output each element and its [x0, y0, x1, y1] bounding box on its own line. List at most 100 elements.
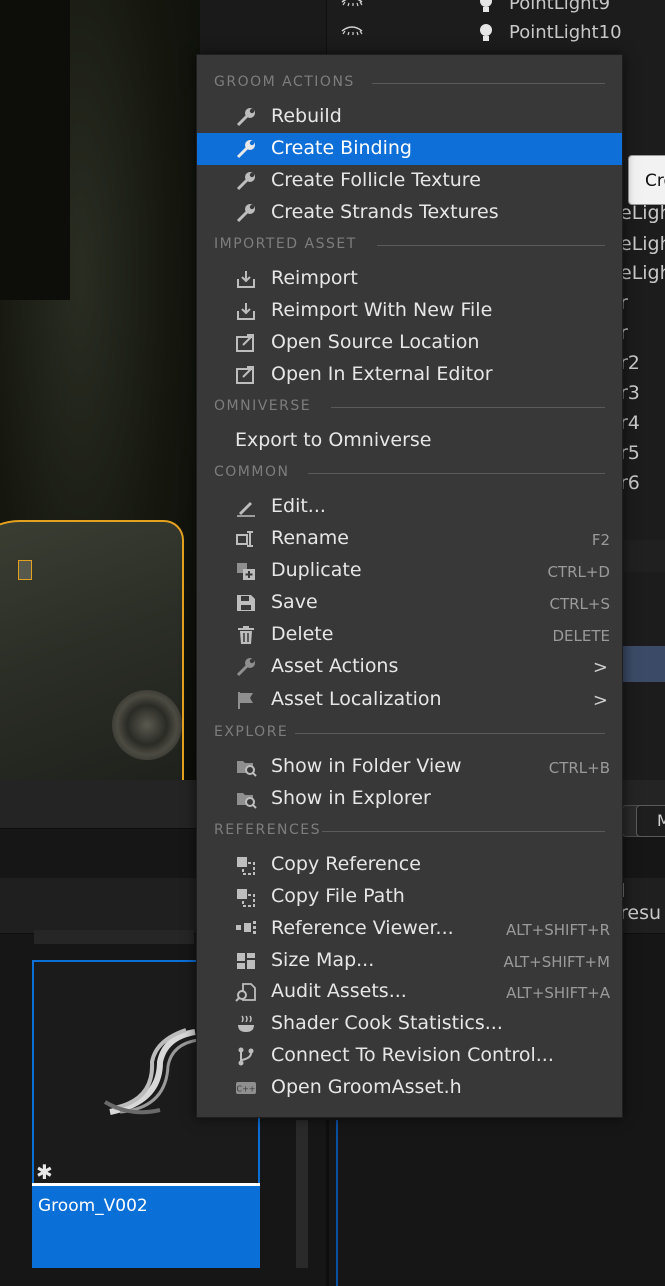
asset-tile-top-bar — [32, 1183, 260, 1186]
tooltip-button-text: Cre — [645, 171, 665, 191]
menu-item-label: Save — [271, 591, 318, 613]
menu-item-label: Show in Folder View — [271, 755, 462, 777]
menu-item-create-binding[interactable]: Create Binding — [197, 133, 622, 165]
copy-icon — [237, 857, 255, 875]
outliner-peek-label: eLigh — [620, 262, 665, 284]
menu-item-open-groomasset-h[interactable]: C++ Open GroomAsset.h — [197, 1072, 622, 1104]
outliner-row-label: PointLight9 — [509, 0, 611, 14]
menu-item-open-in-external-editor[interactable]: Open In External Editor — [197, 359, 622, 391]
menu-item-reference-viewer[interactable]: Reference Viewer... ALT+SHIFT+R — [197, 913, 622, 945]
asset-name: Groom_V002 — [38, 1196, 148, 1216]
menu-item-asset-actions[interactable]: Asset Actions > — [197, 651, 622, 683]
viewport-shadow-block — [0, 0, 70, 300]
menu-item-label: Asset Localization — [271, 688, 442, 710]
duplicate-icon — [237, 563, 255, 580]
save-icon — [237, 595, 255, 611]
menu-item-show-in-folder-view[interactable]: Show in Folder View CTRL+B — [197, 751, 622, 783]
menu-item-copy-file-path[interactable]: Copy File Path — [197, 881, 622, 913]
menu-item-create-strands-textures[interactable]: Create Strands Textures — [197, 197, 622, 229]
section-divider — [331, 407, 605, 408]
menu-item-rename[interactable]: Rename F2 — [197, 523, 622, 555]
pencil-icon — [237, 502, 255, 517]
svg-text:C++: C++ — [237, 1085, 256, 1094]
details-side-text: l resu — [620, 880, 662, 924]
menu-item-label: Rename — [271, 527, 349, 549]
reimport-icon — [237, 303, 255, 320]
submenu-chevron-icon: > — [592, 690, 608, 711]
tooltip-button[interactable]: Cre — [628, 155, 665, 205]
folder-search-icon — [237, 793, 257, 809]
level-viewport[interactable] — [0, 0, 200, 780]
outliner-row[interactable]: PointLight10 — [327, 17, 665, 49]
menu-item-duplicate[interactable]: Duplicate CTRL+D — [197, 555, 622, 587]
menu-item-label: Open In External Editor — [271, 363, 493, 385]
section-divider — [322, 831, 605, 832]
menu-item-shader-cook-statistics[interactable]: Shader Cook Statistics... — [197, 1008, 622, 1040]
wrench-icon — [236, 172, 255, 191]
menu-item-save[interactable]: Save CTRL+S — [197, 587, 622, 619]
external-editor-icon — [236, 366, 254, 384]
menu-item-delete[interactable]: Delete DELETE — [197, 619, 622, 651]
menu-item-rebuild[interactable]: Rebuild — [197, 101, 622, 133]
menu-item-copy-reference[interactable]: Copy Reference — [197, 849, 622, 881]
menu-item-create-follicle-texture[interactable]: Create Follicle Texture — [197, 165, 622, 197]
menu-item-export-to-omniverse[interactable]: Export to Omniverse — [197, 425, 622, 457]
tile-shelf — [34, 930, 194, 944]
wrench-icon — [236, 658, 255, 677]
menu-item-label: Show in Explorer — [271, 787, 431, 809]
menu-item-label: Create Binding — [271, 137, 412, 159]
menu-item-label: Reimport — [271, 267, 358, 289]
asset-tile-label-area[interactable]: Groom_V002 — [32, 1183, 260, 1268]
outliner-selected-row[interactable] — [623, 646, 665, 682]
point-light-icon — [480, 24, 492, 41]
open-location-icon — [236, 334, 254, 352]
section-header-omniverse: OMNIVERSE — [214, 398, 312, 414]
asset-modified-icon: ✱ — [36, 1160, 53, 1184]
scrollbar-track[interactable] — [296, 1120, 308, 1268]
section-divider — [377, 245, 605, 246]
menu-item-shortcut: F2 — [591, 531, 610, 549]
menu-item-label: Shader Cook Statistics... — [271, 1012, 503, 1034]
menu-item-show-in-explorer[interactable]: Show in Explorer — [197, 783, 622, 815]
section-divider — [308, 473, 605, 474]
menu-item-label: Copy File Path — [271, 885, 405, 907]
outliner-peek-label: eLigh — [620, 233, 665, 255]
menu-item-connect-to-revision-control[interactable]: Connect To Revision Control... — [197, 1040, 622, 1072]
folder-search-icon — [237, 761, 257, 777]
menu-item-label: Copy Reference — [271, 853, 421, 875]
details-tab-2[interactable]: M — [636, 805, 665, 837]
menu-item-reimport-with-new-file[interactable]: Reimport With New File — [197, 295, 622, 327]
menu-item-label: Reimport With New File — [271, 299, 493, 321]
section-header-references: REFERENCES — [214, 822, 322, 838]
menu-item-reimport[interactable]: Reimport — [197, 263, 622, 295]
menu-item-asset-localization[interactable]: Asset Localization > — [197, 684, 622, 716]
eye-icon[interactable] — [341, 0, 363, 8]
menu-item-size-map[interactable]: Size Map... ALT+SHIFT+M — [197, 945, 622, 977]
menu-item-open-source-location[interactable]: Open Source Location — [197, 327, 622, 359]
menu-item-shortcut: DELETE — [552, 627, 610, 645]
wrench-icon — [236, 204, 255, 223]
menu-item-label: Create Follicle Texture — [271, 169, 481, 191]
point-light-icon — [480, 0, 492, 12]
menu-item-label: Connect To Revision Control... — [271, 1044, 554, 1066]
reimport-icon — [237, 271, 255, 288]
menu-item-edit[interactable]: Edit... — [197, 491, 622, 523]
wrench-icon — [236, 108, 255, 127]
eye-icon[interactable] — [341, 25, 363, 37]
menu-item-label: Duplicate — [271, 559, 362, 581]
section-header-explore: EXPLORE — [214, 724, 289, 740]
menu-item-audit-assets[interactable]: Audit Assets... ALT+SHIFT+A — [197, 976, 622, 1008]
menu-item-label: Reference Viewer... — [271, 917, 454, 939]
size-map-icon — [237, 953, 255, 969]
viewport-speaker-detail — [112, 690, 182, 760]
panel-border — [336, 1120, 338, 1286]
section-divider — [372, 83, 605, 84]
rename-icon — [236, 531, 253, 547]
outliner-row-stripe — [623, 540, 665, 572]
flag-icon — [238, 692, 253, 709]
menu-item-label: Size Map... — [271, 949, 375, 971]
shader-cook-icon — [238, 1015, 254, 1032]
section-header-groom-actions: GROOM ACTIONS — [214, 74, 355, 90]
submenu-chevron-icon: > — [592, 657, 608, 678]
copy-icon — [237, 889, 255, 907]
